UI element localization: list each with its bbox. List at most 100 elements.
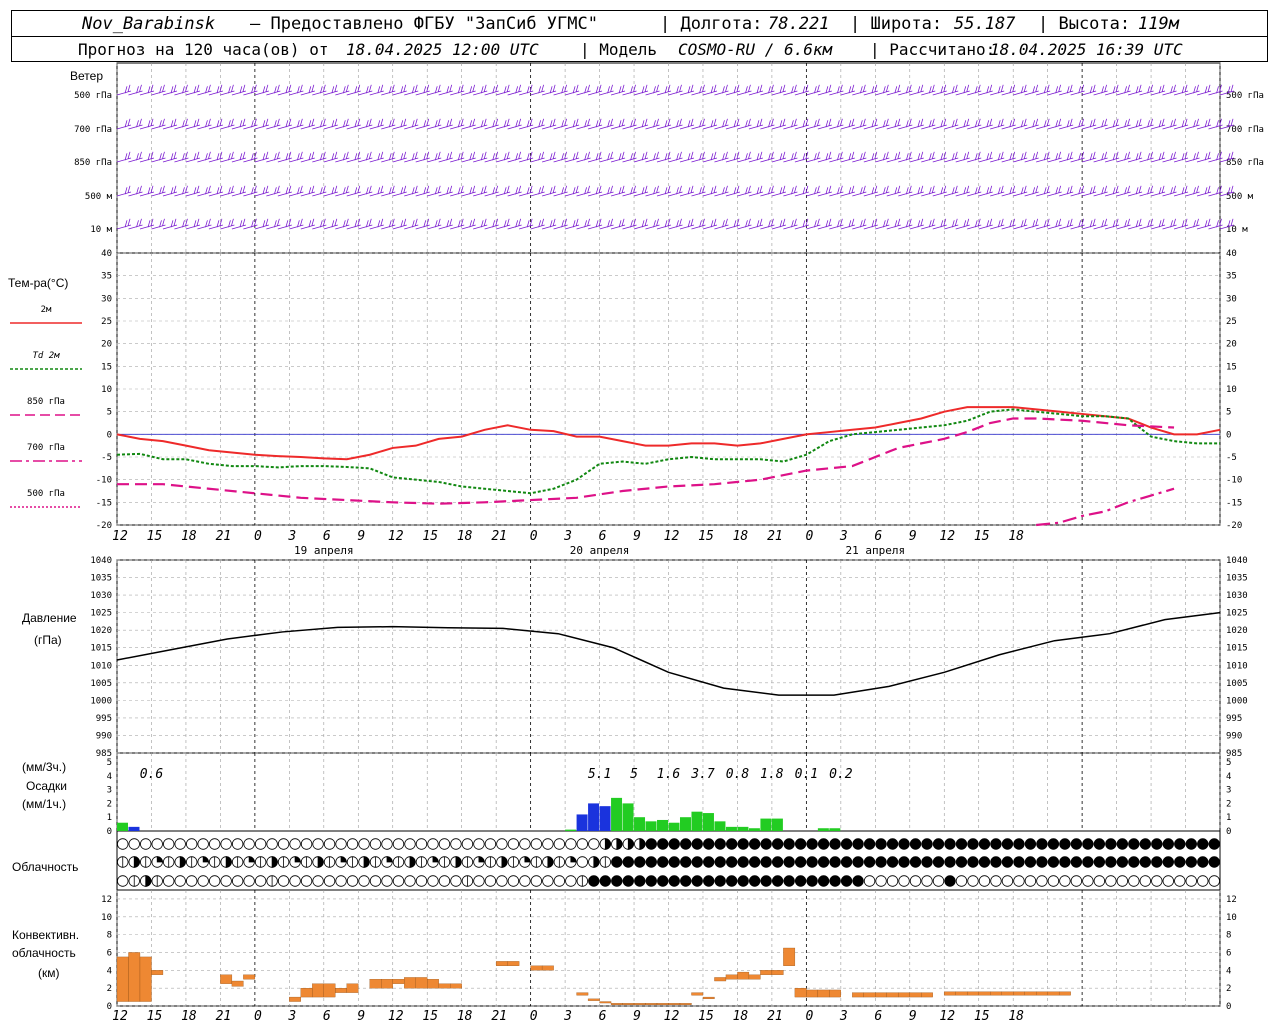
precip-title-2: Осадки xyxy=(26,779,67,793)
x-tick-label-bottom: 12 xyxy=(664,1009,680,1024)
cloud-symbol xyxy=(507,875,520,887)
wind-barb xyxy=(967,185,982,197)
wind-barb xyxy=(564,84,580,96)
wind-barb xyxy=(1162,185,1177,197)
cloud-symbol xyxy=(817,875,830,887)
conv-cloud-bar xyxy=(116,956,129,1002)
wind-barb xyxy=(932,151,947,163)
wind-barb xyxy=(691,84,706,96)
wind-barb xyxy=(1036,118,1051,130)
conv-cloud-bar xyxy=(679,1003,692,1005)
cloud-symbol xyxy=(748,838,761,850)
wind-barb xyxy=(346,151,361,163)
precip-total-label: 1.8 xyxy=(760,767,784,782)
wind-barb xyxy=(1173,185,1189,197)
wind-barb xyxy=(806,185,821,197)
wind-barb xyxy=(1093,218,1108,230)
cloud-symbol xyxy=(277,838,290,850)
cloud-symbol xyxy=(898,875,910,887)
wind-barb xyxy=(587,151,603,163)
precip-ytick-left: 4 xyxy=(107,772,112,782)
wind-barb xyxy=(1024,185,1039,197)
wind-barb xyxy=(794,118,809,130)
wind-barb xyxy=(289,84,304,96)
cloud-symbol xyxy=(266,838,278,850)
x-tick-label-bottom: 12 xyxy=(112,1009,128,1024)
conv-cloud-bar xyxy=(1013,991,1025,996)
conv-cloud-bar xyxy=(691,992,704,996)
wind-barb xyxy=(645,218,660,230)
cloud-symbol xyxy=(1070,856,1083,868)
wind-barb xyxy=(1024,118,1039,130)
cloud-symbol xyxy=(921,838,933,850)
cloud-symbol xyxy=(932,875,945,887)
wind-barb xyxy=(553,84,568,96)
wind-barb xyxy=(714,84,729,96)
cloud-symbol xyxy=(415,838,428,850)
wind-barb xyxy=(427,118,442,130)
x-tick-label-bottom: 15 xyxy=(422,1009,438,1024)
x-tick-label: 9 xyxy=(909,529,917,544)
precip-bar xyxy=(599,806,611,831)
wind-barb xyxy=(576,185,591,197)
wind-barb xyxy=(197,84,212,96)
wind-barb xyxy=(346,118,361,130)
pressure-ytick-left: 1010 xyxy=(90,661,112,671)
wind-barb xyxy=(737,185,752,197)
wind-level-right: 850 гПа xyxy=(1226,158,1264,168)
wind-barb xyxy=(1116,218,1131,230)
cloud-symbol xyxy=(622,875,634,887)
cloud-symbol xyxy=(312,875,324,887)
wind-barb xyxy=(1116,118,1131,130)
wind-barb xyxy=(300,185,315,197)
conv-cloud-bar xyxy=(587,998,600,1001)
cloud-symbol xyxy=(657,838,669,850)
cloud-symbol xyxy=(507,838,520,850)
wind-barb xyxy=(737,84,752,96)
wind-barb xyxy=(645,185,660,197)
wind-barb xyxy=(415,151,430,163)
wind-barb xyxy=(610,151,626,163)
wind-barb xyxy=(1116,84,1131,96)
conv-cloud-bar xyxy=(427,979,439,989)
wind-barb xyxy=(886,84,901,96)
conv-cloud-bar xyxy=(507,961,520,966)
wind-barb xyxy=(1139,185,1154,197)
conv-cloud-bar xyxy=(496,961,508,966)
wind-barb xyxy=(1185,151,1200,163)
wind-barb xyxy=(369,218,384,230)
wind-barb xyxy=(438,185,453,197)
wind-barb xyxy=(1093,151,1108,163)
wind-barb xyxy=(139,84,155,96)
cloud-symbol xyxy=(1093,875,1106,887)
temp-legend-label: 850 гПа xyxy=(27,397,65,407)
pressure-ytick-left: 1005 xyxy=(90,679,112,689)
cloud-symbol xyxy=(737,856,749,868)
wind-barb xyxy=(760,84,775,96)
wind-barb xyxy=(599,151,614,163)
x-tick-label-bottom: 9 xyxy=(357,1009,365,1024)
conv-cloud-bar xyxy=(1001,991,1014,996)
wind-barb xyxy=(1196,118,1212,130)
temp-ytick-left: -20 xyxy=(96,521,112,531)
cloud-symbol xyxy=(392,838,405,850)
temp-ytick-right: 35 xyxy=(1226,272,1237,282)
wind-barb xyxy=(1047,218,1062,230)
cloud-symbol xyxy=(909,856,922,868)
cloud-symbol xyxy=(691,856,703,868)
wind-barb xyxy=(1196,218,1212,230)
cloud-symbol xyxy=(473,838,485,850)
cloud-symbol xyxy=(760,838,772,850)
wind-barb xyxy=(909,185,924,197)
wind-barb xyxy=(771,218,787,230)
cloud-symbol xyxy=(657,856,669,868)
conv-cloud-bar xyxy=(725,974,738,980)
wind-barb xyxy=(484,185,499,197)
wind-barb xyxy=(990,218,1005,230)
wind-barb xyxy=(323,84,338,96)
cloud-symbol xyxy=(197,875,209,887)
wind-barb xyxy=(725,84,741,96)
wind-barb xyxy=(748,218,764,230)
conv-cloud-bar xyxy=(128,952,141,1002)
wind-barb xyxy=(346,185,361,197)
